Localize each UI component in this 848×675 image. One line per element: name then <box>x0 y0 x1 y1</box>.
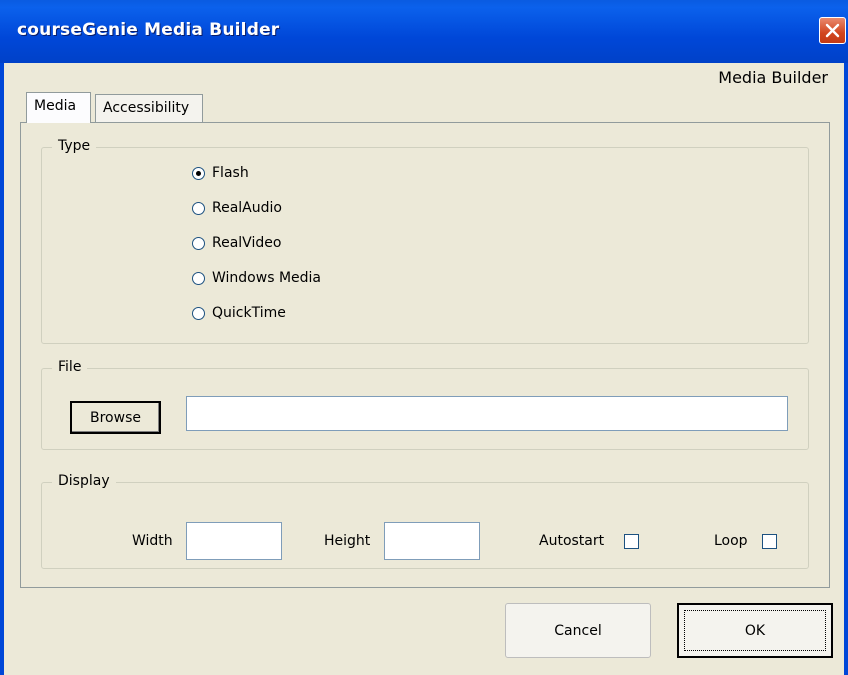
radio-label: Flash <box>212 165 249 181</box>
close-icon <box>825 23 840 38</box>
close-button[interactable] <box>819 17 846 44</box>
file-group-legend: File <box>52 359 88 375</box>
window-frame-left <box>0 63 4 675</box>
radio-quicktime[interactable]: QuickTime <box>192 303 286 323</box>
height-label: Height <box>324 533 371 549</box>
cancel-button[interactable]: Cancel <box>505 603 651 658</box>
radio-button[interactable] <box>192 271 205 285</box>
radio-label: Windows Media <box>212 270 321 286</box>
display-group: Display Width Height Autostart Loop <box>41 473 809 569</box>
autostart-checkbox[interactable] <box>624 534 639 549</box>
media-tab-panel: Type Flash RealAudio RealVideo Windows M… <box>20 122 830 588</box>
ok-button[interactable]: OK <box>677 603 833 658</box>
radio-realaudio[interactable]: RealAudio <box>192 198 282 218</box>
width-label: Width <box>132 533 173 549</box>
tab-accessibility[interactable]: Accessibility <box>95 94 203 122</box>
title-bar[interactable]: courseGenie Media Builder <box>0 0 848 63</box>
window-frame-right <box>844 63 848 675</box>
loop-label: Loop <box>714 533 748 549</box>
window-title: courseGenie Media Builder <box>17 20 280 40</box>
height-input[interactable] <box>384 522 480 560</box>
type-group-legend: Type <box>52 138 97 154</box>
file-path-input[interactable] <box>186 396 788 431</box>
radio-label: RealAudio <box>212 200 282 216</box>
focus-rectangle <box>684 610 826 651</box>
radio-flash[interactable]: Flash <box>192 163 249 183</box>
header-label: Media Builder <box>718 68 828 87</box>
radio-label: QuickTime <box>212 305 286 321</box>
autostart-label: Autostart <box>539 533 605 549</box>
browse-button[interactable]: Browse <box>70 401 161 434</box>
display-group-legend: Display <box>52 473 116 489</box>
radio-realvideo[interactable]: RealVideo <box>192 233 281 253</box>
tab-accessibility-label: Accessibility <box>103 100 190 116</box>
file-group: File Browse <box>41 359 809 450</box>
browse-button-label: Browse <box>90 409 141 426</box>
radio-button[interactable] <box>192 201 205 215</box>
radio-label: RealVideo <box>212 235 282 251</box>
radio-windows-media[interactable]: Windows Media <box>192 268 321 288</box>
type-group: Type Flash RealAudio RealVideo Windows M… <box>41 138 809 344</box>
tab-media[interactable]: Media <box>26 92 91 123</box>
tab-media-label: Media <box>34 98 77 114</box>
cancel-button-label: Cancel <box>554 622 602 639</box>
radio-button[interactable] <box>192 166 205 180</box>
radio-button[interactable] <box>192 306 205 320</box>
radio-button[interactable] <box>192 236 205 250</box>
loop-checkbox[interactable] <box>762 534 777 549</box>
width-input[interactable] <box>186 522 282 560</box>
